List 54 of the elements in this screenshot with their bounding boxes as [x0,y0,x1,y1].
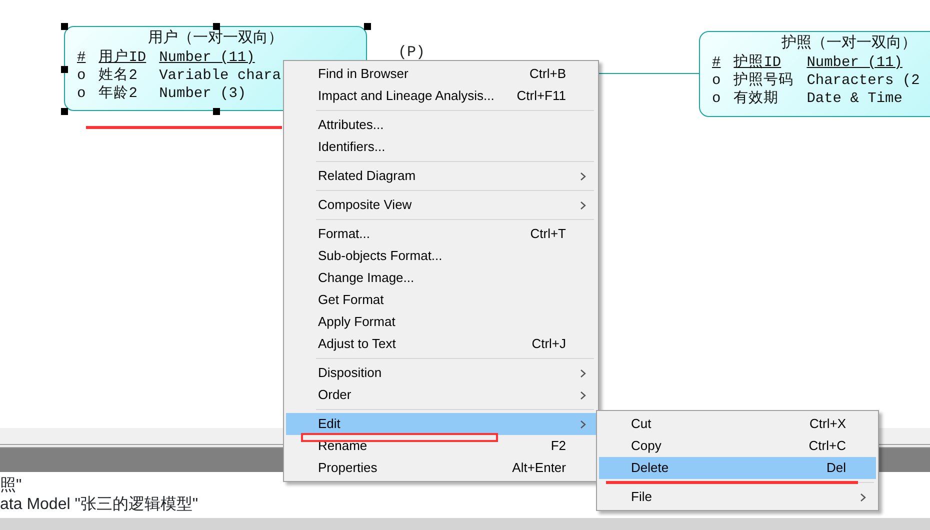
selection-handle[interactable] [61,66,68,72]
output-line: 照" [0,476,22,495]
menu-item[interactable]: Identifiers... [286,136,596,158]
key-marker: # [77,49,86,67]
selection-handle[interactable] [364,23,371,30]
menu-item[interactable]: Get Format [286,289,596,311]
relationship-label: (P) [398,43,426,63]
menu-item[interactable]: Properties Alt+Enter [286,457,596,479]
attribute-name: 护照号码 [734,72,794,90]
menu-item[interactable]: Sub-objects Format... [286,245,596,267]
attribute-name: 用户ID [98,49,146,67]
key-marker: o [77,67,86,85]
chevron-right-icon [580,172,586,182]
menu-item[interactable]: Related Diagram [286,165,596,187]
attribute-name: 姓名2 [98,67,138,85]
attribute-type: Date & Time [806,90,902,108]
key-marker: o [77,85,86,103]
attribute-type: Variable chara [159,67,281,85]
menu-item[interactable]: Change Image... [286,267,596,289]
key-marker: # [712,54,721,72]
chevron-right-icon [580,369,586,378]
chevron-right-icon [580,201,586,210]
attribute-type: Characters (2 [806,72,920,90]
attribute-type: Number (11) [806,54,902,72]
entity-box[interactable]: 护照（一对一双向） # 护照ID Number (11) o 护照号码 Characters (2 o 有效期 Date & Time [699,31,930,117]
menu-item[interactable]: File [599,486,876,508]
chevron-right-icon [860,493,866,502]
selection-handle[interactable] [212,23,220,30]
attribute-name: 护照ID [734,54,782,72]
chevron-right-icon [580,391,586,400]
selection-handle[interactable] [61,23,68,30]
menu-item[interactable]: Delete Del [599,457,876,479]
menu-item[interactable]: Order [286,384,596,406]
key-marker: o [712,90,721,108]
selection-handle[interactable] [61,108,68,115]
entity-title: 护照（一对一双向） [780,34,918,54]
menu-item[interactable]: Copy Ctrl+C [599,435,876,457]
menu-item[interactable]: Composite View [286,194,596,216]
menu-item[interactable]: Attributes... [286,114,596,136]
menu-item[interactable]: Disposition [286,362,596,384]
selection-handle[interactable] [212,108,220,115]
key-marker: o [712,72,721,90]
menu-item[interactable]: Format... Ctrl+T [286,223,596,245]
entity-title: 用户（一对一双向） [147,29,284,49]
attribute-type: Number (11) [159,49,255,67]
attribute-name: 有效期 [734,90,779,108]
menu-item[interactable]: Edit [286,413,596,435]
menu-item[interactable]: Adjust to Text Ctrl+J [286,333,596,355]
menu-item[interactable]: Cut Ctrl+X [599,413,876,435]
attribute-type: Number (3) [159,85,246,103]
menu-item[interactable]: Apply Format [286,311,596,333]
attribute-name: 年龄2 [98,85,138,103]
output-line: ata Model "张三的逻辑模型" [0,495,198,514]
chevron-right-icon [580,420,586,430]
